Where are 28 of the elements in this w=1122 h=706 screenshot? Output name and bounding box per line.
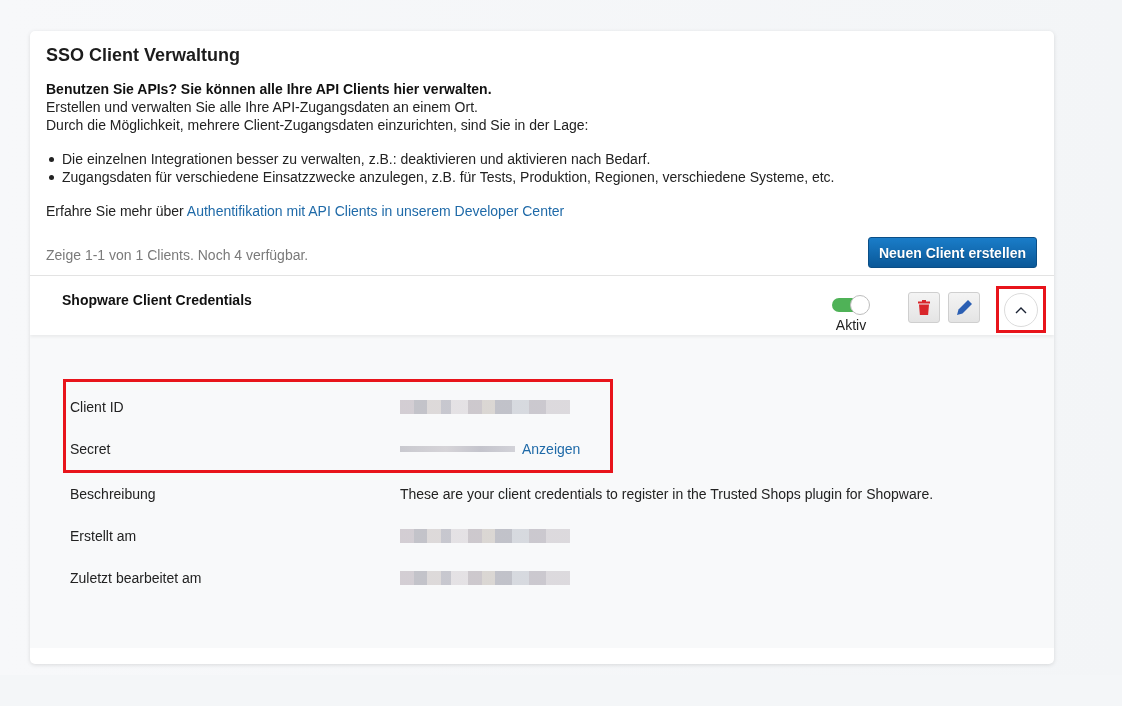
detail-label: Erstellt am — [70, 528, 138, 544]
bullet-text: Zugangsdaten für verschiedene Einsatzzwecke anzulegen, z.B. für Tests, Produktion, Regionen, verschiedene Systeme, etc. — [62, 168, 835, 186]
edit-button[interactable] — [948, 292, 980, 323]
detail-label: Zuletzt bearbeitet am — [70, 570, 203, 586]
intro-lead-text: Benutzen Sie APIs? Sie können alle Ihre API Clients hier verwalten. — [46, 80, 493, 98]
detail-label: Beschreibung — [70, 486, 157, 502]
bullet-icon — [49, 174, 54, 180]
developer-center-link[interactable]: Authentifikation mit API Clients in unserem Developer Center — [186, 203, 565, 219]
detail-label: Client ID — [70, 399, 125, 415]
pencil-icon — [956, 300, 972, 315]
learn-more-text: Erfahre Sie mehr über Authentifikation mit API Clients in unserem Developer Center — [46, 202, 566, 220]
collapse-button[interactable] — [1004, 293, 1038, 327]
client-name: Shopware Client Credentials — [62, 291, 252, 309]
trash-icon — [918, 300, 930, 315]
intro-text: Erstellen und verwalten Sie alle Ihre API-Zugangsdaten an einem Ort. — [46, 98, 479, 116]
bullet-icon — [49, 156, 54, 162]
detail-value: These are your client credentials to register in the Trusted Shops plugin for Shopware. — [400, 486, 934, 502]
show-secret-link[interactable]: Anzeigen — [522, 441, 581, 457]
bullet-text: Die einzelnen Integrationen besser zu verwalten, z.B.: deaktivieren und aktivieren nach Bedarf. — [62, 150, 651, 168]
intro-text: Durch die Möglichkeit, mehrere Client-Zugangsdaten einzurichten, sind Sie in der Lage: — [46, 116, 590, 134]
status-toggle[interactable] — [832, 295, 870, 315]
status-label: Aktiv — [835, 317, 867, 333]
page-title: SSO Client Verwaltung — [46, 44, 242, 67]
caret-icon — [1015, 306, 1027, 314]
client-count-text: Zeige 1-1 von 1 Clients. Noch 4 verfügbar. — [46, 246, 309, 263]
create-client-button[interactable]: Neuen Client erstellen — [867, 237, 1037, 268]
delete-button[interactable] — [908, 292, 940, 323]
detail-label: Secret — [70, 441, 112, 457]
